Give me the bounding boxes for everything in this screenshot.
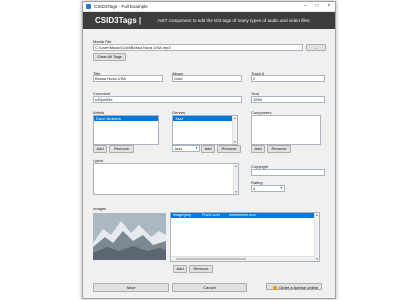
product-tagline: .NET component to edit the ID3 tags of m… xyxy=(157,18,311,23)
album-input[interactable]: Gold xyxy=(172,75,242,82)
lyrics-textarea[interactable]: ▲ ▼ xyxy=(93,163,239,195)
composers-list[interactable] xyxy=(251,115,321,145)
list-item[interactable]: Jazz xyxy=(173,116,237,121)
list-item[interactable]: Dave Brubeck xyxy=(94,116,158,121)
header-banner: CSID3Tags | .NET component to edit the I… xyxy=(83,12,335,29)
minimize-icon[interactable]: – xyxy=(299,3,311,10)
artists-add-button[interactable]: Add xyxy=(93,145,107,153)
images-add-button[interactable]: Add xyxy=(173,265,187,273)
table-cell: mmmmmdn.com xyxy=(229,213,256,217)
scroll-down-icon[interactable]: ▼ xyxy=(233,140,237,144)
scroll-up-icon[interactable]: ▲ xyxy=(234,164,238,168)
app-icon xyxy=(86,4,91,9)
genre-select[interactable]: Jazz ▼ xyxy=(172,145,200,152)
table-cell: FrontCover xyxy=(202,213,220,217)
genre-select-value: Jazz xyxy=(174,146,183,151)
table-row[interactable]: Image/jpeg FrontCover mmmmmdn.com xyxy=(171,213,319,218)
scroll-down-icon[interactable]: ▼ xyxy=(234,190,238,194)
order-license-button[interactable]: Order a license online xyxy=(266,283,322,290)
rating-select[interactable]: 0 ▼ xyxy=(251,185,285,192)
year-input[interactable]: 1993 xyxy=(251,96,325,103)
lyrics-scrollbar[interactable]: ▲ ▼ xyxy=(233,164,238,194)
cart-icon xyxy=(273,285,278,290)
maximize-icon[interactable]: □ xyxy=(311,3,323,10)
save-button[interactable]: Save xyxy=(93,283,169,292)
main-window: CSID3Tags - Full Example – □ × CSID3Tags… xyxy=(82,1,336,299)
images-table[interactable]: Image/jpeg FrontCover mmmmmdn.com ▲ ▼ xyxy=(170,212,320,262)
product-logo: CSID3Tags | xyxy=(95,16,142,25)
title-input[interactable]: Bossa Nova USA xyxy=(93,75,163,82)
table-cell: Image/jpeg xyxy=(173,213,191,217)
cancel-button[interactable]: Cancel xyxy=(172,283,247,292)
order-license-label: Order a license online xyxy=(279,285,318,290)
track-input[interactable]: 2 xyxy=(251,75,325,82)
rating-select-value: 0 xyxy=(253,186,256,191)
scroll-up-icon[interactable]: ▲ xyxy=(233,116,237,120)
genres-add-button[interactable]: Add xyxy=(201,145,215,153)
images-remove-button[interactable]: Remove xyxy=(189,265,213,273)
scroll-thumb[interactable] xyxy=(176,258,246,260)
artists-list[interactable]: Dave Brubeck xyxy=(93,115,159,145)
composers-remove-button[interactable]: Remove xyxy=(267,145,291,153)
comment-input[interactable]: c43ph53e xyxy=(93,96,242,103)
media-file-input[interactable]: C:\User\Music\Gold\Bossa Nova USA.mp3 xyxy=(93,44,303,51)
browse-button[interactable]: ... xyxy=(306,44,326,51)
genres-remove-button[interactable]: Remove xyxy=(217,145,241,153)
close-icon[interactable]: × xyxy=(323,3,335,10)
cover-image xyxy=(93,213,166,260)
composers-add-button[interactable]: Add xyxy=(251,145,265,153)
copyright-input[interactable] xyxy=(251,169,325,176)
chevron-down-icon[interactable]: ▼ xyxy=(279,186,284,191)
scroll-up-icon[interactable]: ▲ xyxy=(315,213,319,217)
chevron-down-icon[interactable]: ▼ xyxy=(194,146,199,151)
images-vscrollbar[interactable]: ▲ ▼ xyxy=(314,213,319,261)
clear-all-tags-button[interactable]: Clear All Tags xyxy=(93,53,126,61)
genres-list[interactable]: Jazz ▲ ▼ xyxy=(172,115,238,145)
window-title: CSID3Tags - Full Example xyxy=(94,4,148,9)
images-label: Images xyxy=(93,206,107,211)
scroll-down-icon[interactable]: ▼ xyxy=(315,257,319,261)
genres-scrollbar[interactable]: ▲ ▼ xyxy=(232,116,237,144)
title-bar: CSID3Tags - Full Example – □ × xyxy=(83,2,335,12)
images-hscrollbar[interactable] xyxy=(171,256,315,261)
artists-remove-button[interactable]: Remove xyxy=(109,145,134,153)
